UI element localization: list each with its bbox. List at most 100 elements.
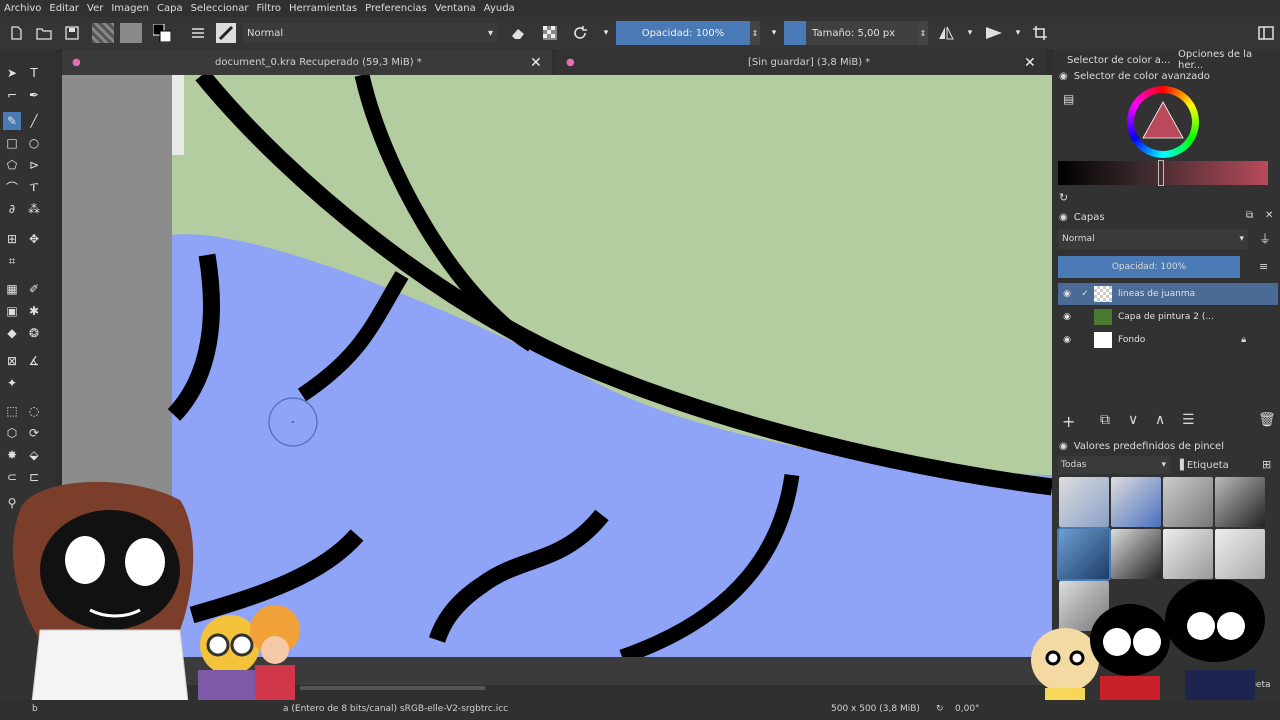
reload-preset-icon[interactable] — [570, 23, 590, 43]
menu-icon[interactable]: ▤ — [1063, 92, 1074, 106]
rectangle-tool-icon[interactable]: □ — [3, 134, 21, 152]
new-document-icon[interactable] — [6, 23, 26, 43]
lock-icon[interactable]: ◉ — [1059, 71, 1068, 82]
transform-tool-icon[interactable]: ⊞ — [3, 230, 21, 248]
edit-shapes-icon[interactable]: ⌐ — [3, 86, 21, 104]
tab-color-selector[interactable]: Selector de color a... — [1067, 52, 1171, 68]
gradient-preset-icon[interactable] — [92, 23, 114, 43]
tab-document-0[interactable]: ● document_0.kra Recuperado (59,3 MiB) *… — [62, 50, 552, 75]
menu-icon[interactable]: ≡ — [1259, 260, 1268, 273]
select-shapes-icon[interactable]: ➤ — [3, 64, 21, 82]
ellipse-tool-icon[interactable]: ○ — [25, 134, 43, 152]
menu-herramientas[interactable]: Herramientas — [285, 3, 361, 14]
move-layer-down-icon[interactable]: ∨ — [1128, 412, 1138, 428]
size-spinner-icon[interactable]: ⇕ — [918, 21, 928, 45]
menu-ver[interactable]: Ver — [83, 3, 107, 14]
chevron-down-icon[interactable]: ▾ — [764, 23, 784, 43]
chevron-down-icon[interactable]: ▾ — [596, 23, 616, 43]
menu-preferencias[interactable]: Preferencias — [361, 3, 431, 14]
gradient-tool-icon[interactable]: ▦ — [3, 280, 21, 298]
close-icon[interactable]: ✕ — [530, 55, 542, 71]
brush-preset-pen[interactable] — [1215, 529, 1265, 579]
wrap-around-icon[interactable] — [1030, 23, 1050, 43]
filter-icon[interactable]: ⏚ — [1259, 230, 1271, 247]
size-slider-fill[interactable] — [784, 21, 806, 45]
contiguous-select-icon[interactable]: ✸ — [3, 446, 21, 464]
mirror-horizontal-icon[interactable] — [936, 23, 956, 43]
delete-layer-icon[interactable]: 🗑︎ — [1258, 412, 1276, 428]
measure-tool-icon[interactable]: ∡ — [25, 352, 43, 370]
multibrush-icon[interactable]: ⁂ — [25, 200, 43, 218]
brush-preset-marker[interactable] — [1111, 529, 1161, 579]
text-tool-icon[interactable]: T — [25, 64, 43, 82]
freehand-select-icon[interactable]: ⟳ — [25, 424, 43, 442]
menu-filtro[interactable]: Filtro — [252, 3, 285, 14]
bezier-tool-icon[interactable]: ⌒ — [3, 178, 21, 196]
layer-row[interactable]: ◉ Capa de pintura 2 (... — [1058, 306, 1278, 328]
eraser-icon[interactable] — [508, 23, 528, 43]
brush-preset-chalk[interactable] — [1163, 529, 1213, 579]
opacity-spinner-icon[interactable]: ⇕ — [750, 21, 760, 45]
presets-filter-select[interactable]: Todas ▾ — [1058, 456, 1170, 474]
freehand-path-icon[interactable]: ፐ — [25, 178, 43, 196]
brush-preset-selected[interactable] — [1057, 527, 1111, 581]
save-icon[interactable] — [62, 23, 82, 43]
foreground-background-color-icon[interactable] — [152, 23, 172, 43]
float-docker-icon[interactable]: ⧉ — [1246, 210, 1253, 221]
ellipse-select-icon[interactable]: ◌ — [25, 402, 43, 420]
menu-seleccionar[interactable]: Seleccionar — [187, 3, 253, 14]
layer-row[interactable]: ◉ ✓ lineas de juanma — [1058, 283, 1278, 305]
chevron-down-icon[interactable]: ▾ — [960, 23, 980, 43]
tab-unsaved[interactable]: ● [Sin guardar] (3,8 MiB) * ✕ — [556, 50, 1046, 75]
horizontal-scrollbar[interactable] — [300, 686, 485, 690]
crop-tool-icon[interactable]: ⌗ — [3, 252, 21, 270]
brush-preset-icon[interactable] — [216, 23, 236, 43]
eye-icon[interactable]: ◉ — [1058, 289, 1076, 299]
tab-tool-options[interactable]: Opciones de la her... — [1178, 49, 1278, 71]
grid-view-icon[interactable]: ⊞ — [1262, 458, 1271, 471]
pattern-preset-icon[interactable] — [120, 23, 142, 43]
duplicate-layer-icon[interactable]: ⧉ — [1100, 412, 1110, 428]
lock-icon[interactable]: ◉ — [1059, 212, 1068, 223]
dynamic-brush-icon[interactable]: ∂ — [3, 200, 21, 218]
brush-settings-icon[interactable] — [188, 23, 208, 43]
rect-select-icon[interactable]: ⬚ — [3, 402, 21, 420]
layer-opacity-slider[interactable]: Opacidad: 100% — [1058, 256, 1240, 278]
color-slider-handle[interactable] — [1158, 160, 1164, 186]
workspace-icon[interactable] — [1256, 23, 1276, 43]
layer-blend-select[interactable]: Normal ▾ — [1058, 229, 1248, 249]
line-tool-icon[interactable]: ╱ — [25, 112, 43, 130]
polygon-select-icon[interactable]: ⬡ — [3, 424, 21, 442]
brush-preset-pencil[interactable] — [1111, 477, 1161, 527]
menu-ventana[interactable]: Ventana — [431, 3, 480, 14]
check-icon[interactable]: ✓ — [1076, 289, 1094, 299]
brush-preset-eraser[interactable] — [1059, 477, 1109, 527]
size-slider[interactable]: Tamaño: 5,00 px — [806, 21, 918, 45]
menu-editar[interactable]: Editar — [45, 3, 83, 14]
opacity-slider[interactable]: Opacidad: 100% — [616, 21, 750, 45]
reference-images-icon[interactable]: ✦ — [3, 374, 21, 392]
assistant-tool-icon[interactable]: ⊠ — [3, 352, 21, 370]
calligraphy-icon[interactable]: ✒ — [25, 86, 43, 104]
similar-select-icon[interactable]: ⬙ — [25, 446, 43, 464]
eye-icon[interactable]: ◉ — [1058, 335, 1076, 345]
brush-preset-airbrush[interactable] — [1163, 477, 1213, 527]
layer-row[interactable]: ◉ Fondo 🔒︎ — [1058, 329, 1278, 351]
eye-icon[interactable]: ◉ — [1058, 312, 1076, 322]
layer-properties-icon[interactable]: ☰ — [1182, 412, 1195, 428]
presets-tag-select[interactable]: ▐ Etiqueta — [1176, 456, 1256, 474]
polyline-tool-icon[interactable]: ⊳ — [25, 156, 43, 174]
polygon-tool-icon[interactable]: ⬠ — [3, 156, 21, 174]
refresh-icon[interactable]: ↻ — [1059, 191, 1068, 204]
lock-icon[interactable]: ◉ — [1059, 441, 1068, 452]
color-wheel[interactable] — [1127, 86, 1199, 158]
blend-mode-select[interactable]: Normal ▾ — [243, 23, 497, 43]
mirror-vertical-icon[interactable] — [984, 23, 1004, 43]
move-layer-up-icon[interactable]: ∧ — [1155, 412, 1165, 428]
chevron-down-icon[interactable]: ▾ — [1008, 23, 1028, 43]
freehand-brush-icon[interactable]: ✎ — [3, 112, 21, 130]
preserve-alpha-icon[interactable] — [540, 23, 560, 43]
menu-capa[interactable]: Capa — [153, 3, 187, 14]
menu-imagen[interactable]: Imagen — [107, 3, 153, 14]
add-layer-icon[interactable]: + — [1062, 412, 1075, 431]
